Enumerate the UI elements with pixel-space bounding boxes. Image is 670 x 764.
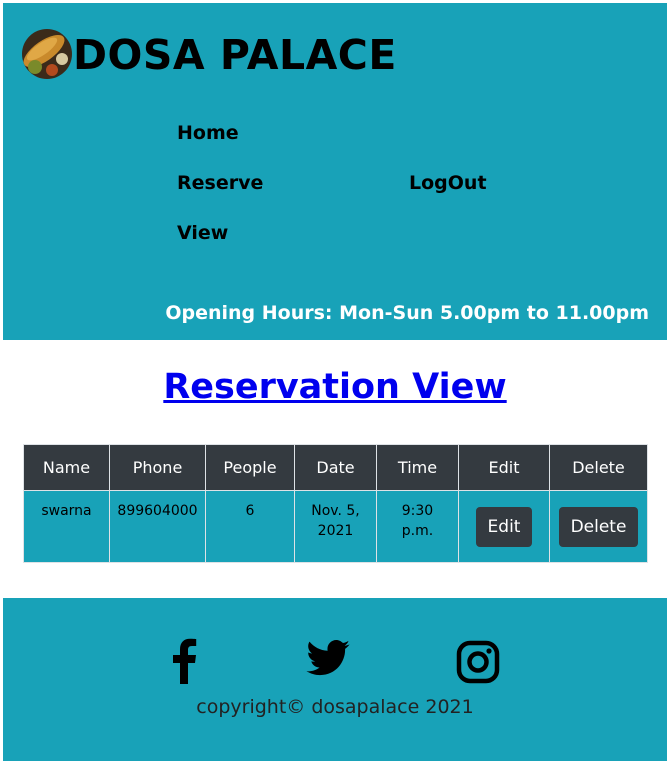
column-header-time: Time (376, 444, 459, 491)
cell-date-line1: Nov. 5, (311, 503, 360, 519)
column-header-phone: Phone (109, 444, 206, 491)
column-header-people: People (205, 444, 295, 491)
nav-view-link[interactable]: View (177, 221, 228, 245)
nav-home-link[interactable]: Home (177, 121, 239, 145)
page-title: Reservation View (3, 363, 667, 411)
copyright-text: copyright© dosapalace 2021 (196, 696, 474, 718)
opening-hours: Opening Hours: Mon-Sun 5.00pm to 11.00pm (165, 302, 649, 324)
cell-delete: Delete (549, 490, 648, 563)
cell-time-line1: 9:30 (401, 503, 434, 519)
site-footer: copyright© dosapalace 2021 (3, 598, 667, 761)
column-header-delete: Delete (549, 444, 648, 491)
cell-date: Nov. 5, 2021 (294, 490, 377, 563)
reservation-table: Name Phone People Date Time Edit Delete … (23, 444, 648, 563)
page-frame: DOSA PALACE Home Reserve View LogOut Ope… (3, 3, 667, 761)
instagram-icon[interactable] (456, 640, 500, 688)
brand-name: DOSA PALACE (73, 31, 397, 79)
cell-name: swarna (23, 490, 110, 563)
column-header-date: Date (294, 444, 377, 491)
cell-date-line2: 2021 (317, 523, 354, 539)
edit-button[interactable]: Edit (475, 506, 533, 547)
column-header-edit: Edit (458, 444, 550, 491)
table-header-row: Name Phone People Date Time Edit Delete (23, 444, 648, 491)
nav-logout-link[interactable]: LogOut (409, 171, 487, 195)
cell-edit: Edit (458, 490, 550, 563)
nav-reserve-link[interactable]: Reserve (177, 171, 263, 195)
dosa-logo-image (22, 29, 72, 79)
cell-time-line2: p.m. (401, 523, 434, 539)
table-row: swarna 899604000 6 Nov. 5, 2021 9:30 p.m… (23, 490, 648, 563)
cell-phone: 899604000 (109, 490, 206, 563)
cell-time: 9:30 p.m. (376, 490, 459, 563)
facebook-icon[interactable] (171, 636, 197, 688)
page-title-link[interactable]: Reservation View (163, 367, 506, 407)
column-header-name: Name (23, 444, 110, 491)
cell-people: 6 (205, 490, 295, 563)
twitter-icon[interactable] (306, 640, 350, 680)
delete-button[interactable]: Delete (558, 506, 639, 547)
site-header: DOSA PALACE Home Reserve View LogOut Ope… (3, 3, 667, 340)
